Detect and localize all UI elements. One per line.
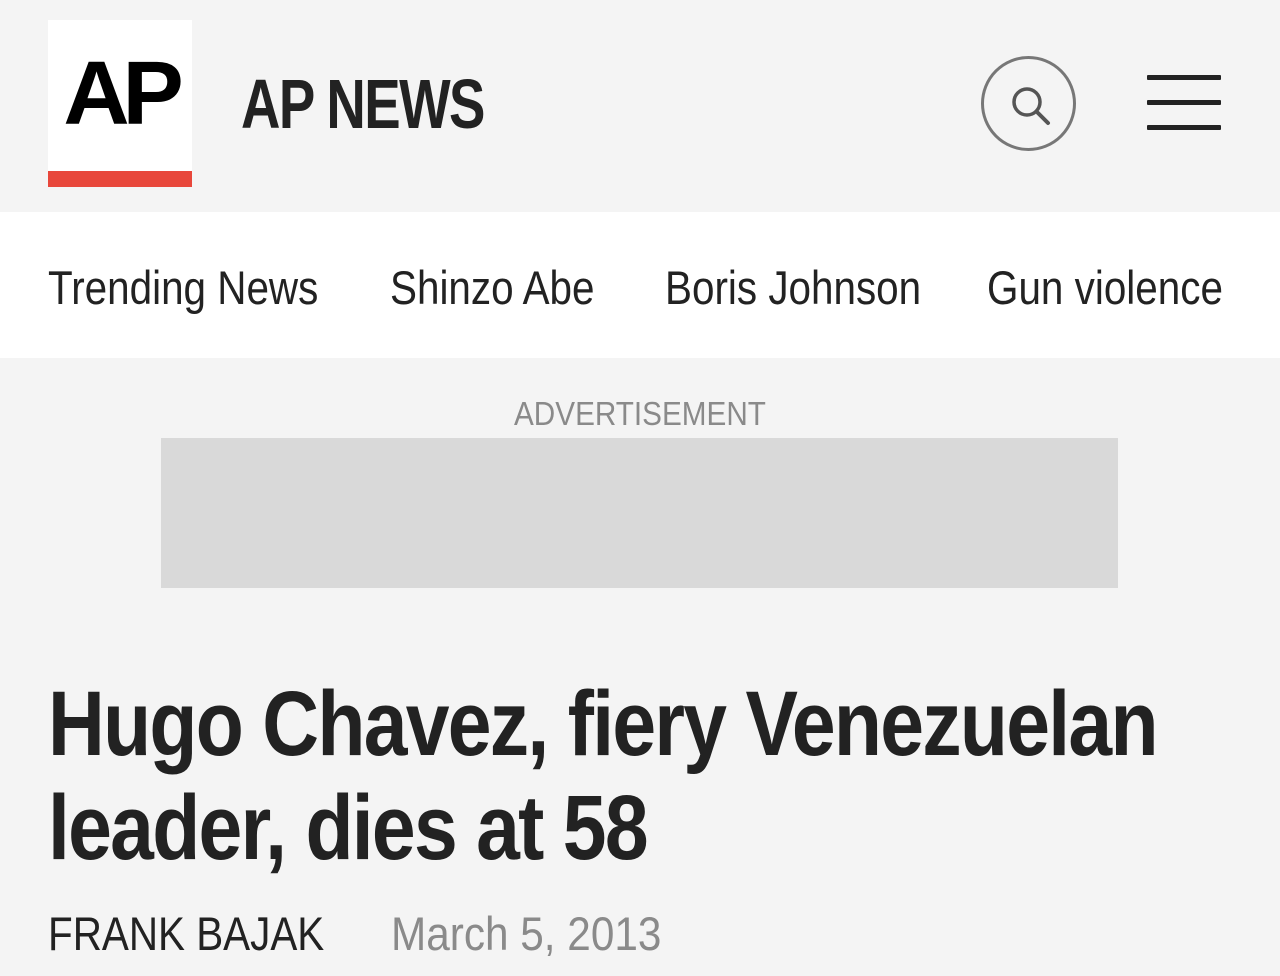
advertisement-slot[interactable]: [161, 438, 1118, 588]
nav-item-trending-news[interactable]: Trending News: [48, 260, 318, 316]
site-title[interactable]: AP NEWS: [241, 62, 485, 146]
hamburger-menu-icon[interactable]: [1147, 73, 1221, 133]
article-headline: Hugo Chavez, fiery Venezuelan leader, di…: [48, 673, 1159, 879]
site-header: AP AP NEWS: [0, 0, 1280, 212]
author-byline[interactable]: FRANK BAJAK: [48, 906, 324, 962]
logo-accent-bar: [48, 171, 192, 187]
publish-date: March 5, 2013: [391, 907, 662, 960]
advertisement-label-text: ADVERTISEMENT: [514, 395, 766, 432]
advertisement-label: ADVERTISEMENT: [0, 394, 1280, 434]
ap-logo[interactable]: AP: [48, 20, 192, 187]
search-icon: [1012, 87, 1050, 125]
menu-line: [1147, 125, 1221, 130]
search-button[interactable]: [981, 56, 1076, 151]
menu-line: [1147, 100, 1221, 105]
nav-item-gun-violence[interactable]: Gun violence: [987, 260, 1223, 316]
logo-text: AP: [63, 44, 183, 144]
nav-item-boris-johnson[interactable]: Boris Johnson: [665, 260, 921, 316]
trending-nav: Trending News Shinzo Abe Boris Johnson G…: [0, 212, 1280, 358]
nav-item-shinzo-abe[interactable]: Shinzo Abe: [390, 260, 595, 316]
menu-line: [1147, 75, 1221, 80]
